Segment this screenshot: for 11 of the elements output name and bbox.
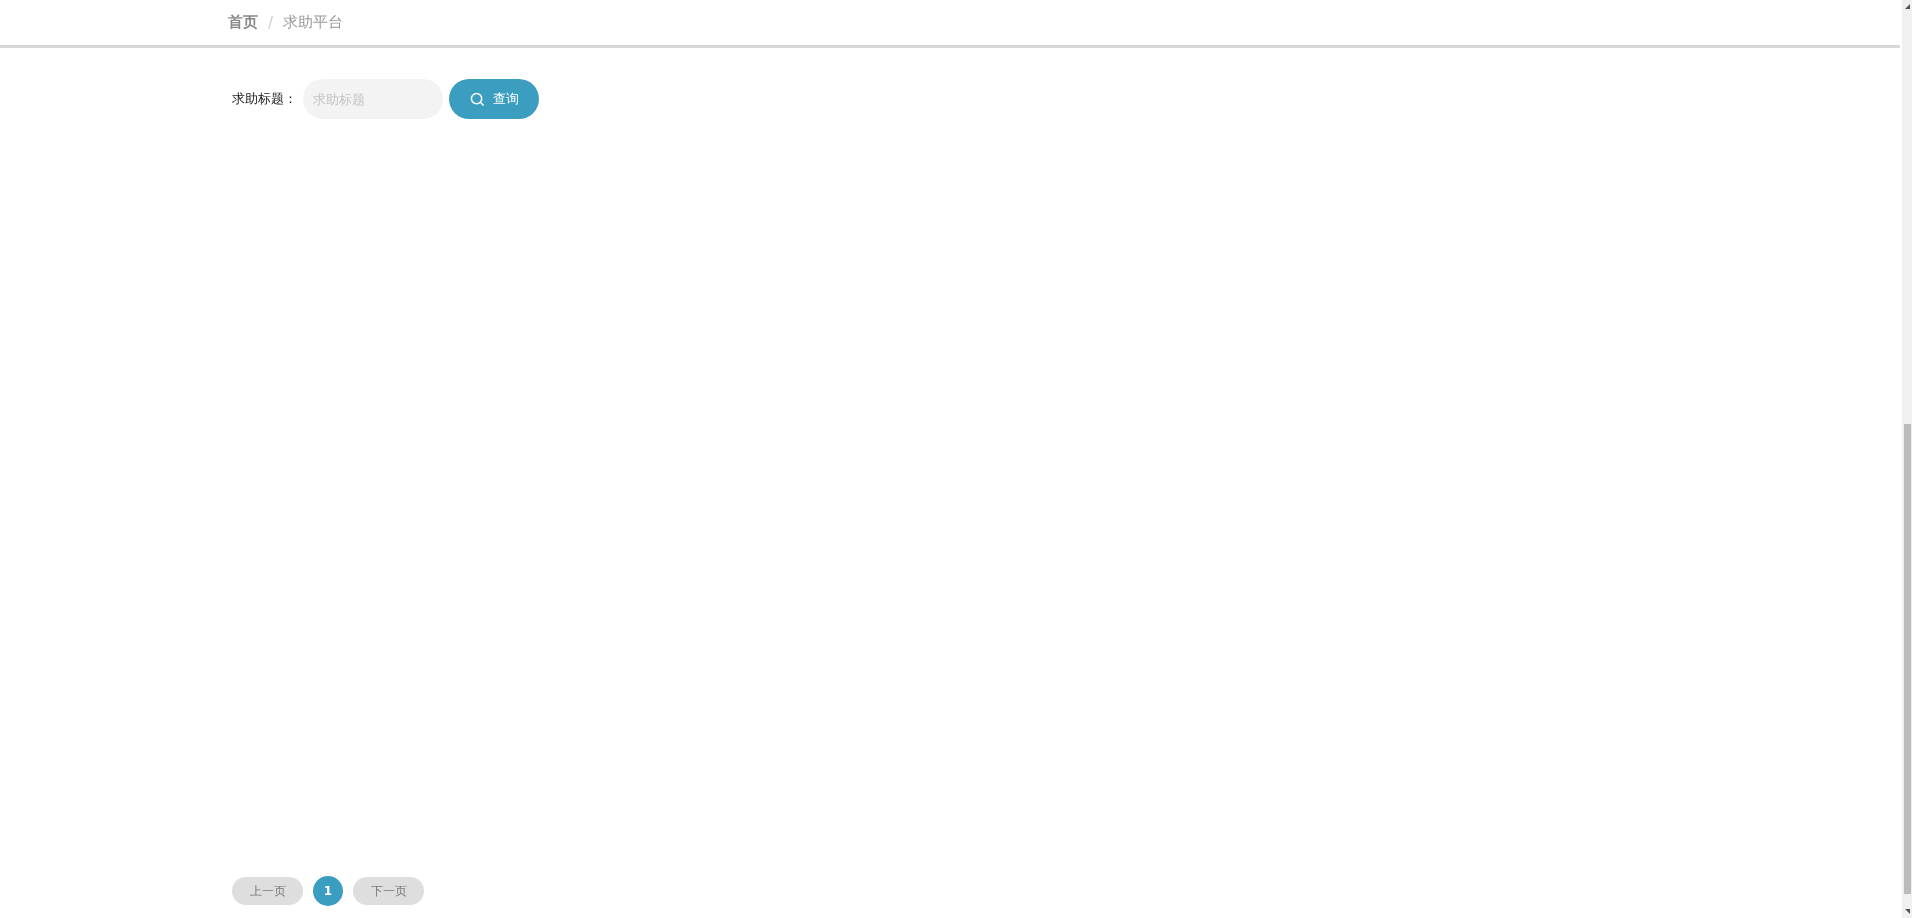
previous-page-button[interactable]: 上一页 — [232, 877, 303, 905]
scrollbar-thumb[interactable] — [1904, 424, 1911, 894]
search-button[interactable]: 查询 — [449, 79, 539, 119]
page-number-button[interactable]: 1 — [313, 876, 343, 906]
search-label: 求助标题： — [232, 90, 297, 108]
breadcrumb-item: 求助平台 — [283, 13, 344, 32]
breadcrumb-separator: / — [268, 13, 274, 32]
search-icon — [469, 91, 485, 107]
scrollbar[interactable] — [1902, 0, 1912, 918]
breadcrumb-item[interactable]: 首页 — [228, 13, 258, 32]
next-page-button[interactable]: 下一页 — [353, 877, 424, 905]
